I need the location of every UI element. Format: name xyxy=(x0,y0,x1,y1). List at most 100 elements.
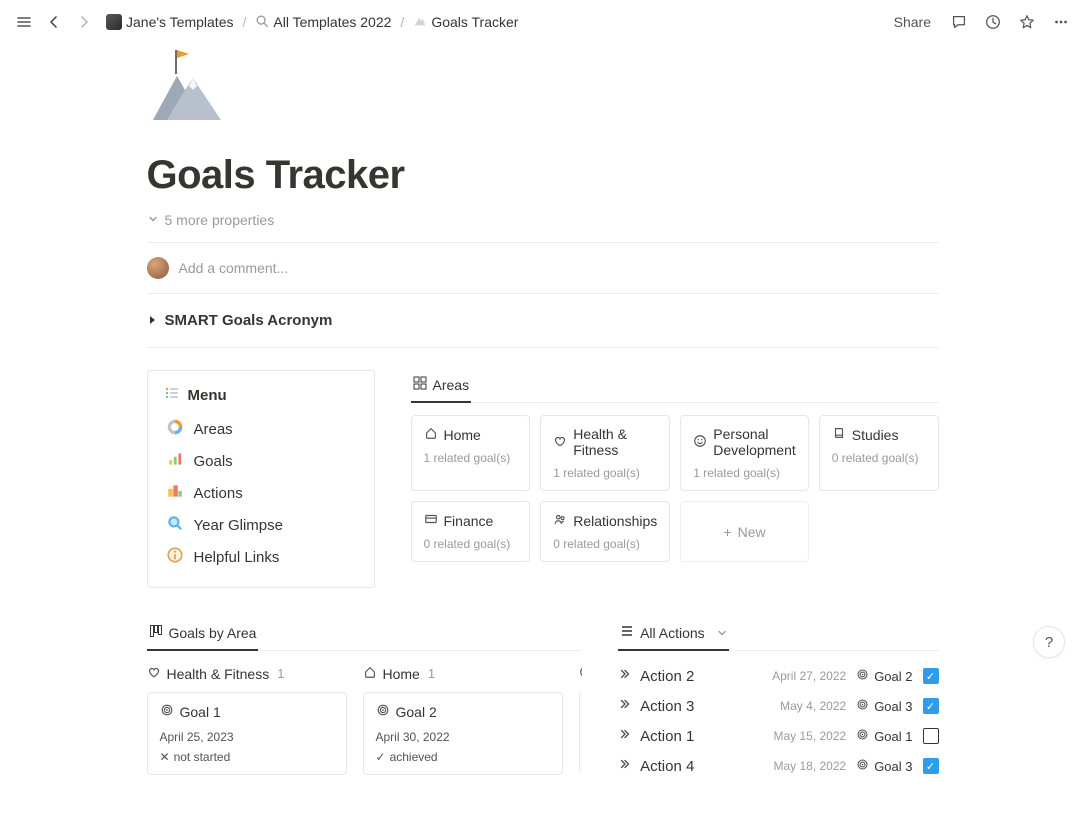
plus-icon: + xyxy=(723,524,731,540)
more-properties-label: 5 more properties xyxy=(165,212,275,228)
breadcrumb-label: Goals Tracker xyxy=(431,14,518,30)
action-row[interactable]: Action 2 April 27, 2022 Goal 2 ✓ xyxy=(618,661,938,691)
goals-block: Goals by Area Health & Fitness1 Goal 1 A… xyxy=(147,618,583,781)
goal-date: April 25, 2023 xyxy=(160,730,334,744)
goal-status: ✕ not started xyxy=(160,750,334,764)
action-goal[interactable]: Goal 1 xyxy=(856,728,912,744)
area-subtext: 0 related goal(s) xyxy=(553,537,657,551)
group-count: 1 xyxy=(428,666,435,681)
action-goal[interactable]: Goal 3 xyxy=(856,758,912,774)
smile-icon xyxy=(693,434,707,451)
back-button[interactable] xyxy=(42,10,66,34)
share-button[interactable]: Share xyxy=(888,12,937,32)
checkbox[interactable]: ✓ xyxy=(923,668,939,684)
breadcrumb-separator: / xyxy=(240,14,248,30)
forward-button[interactable] xyxy=(72,10,96,34)
breadcrumb-label: All Templates 2022 xyxy=(273,14,391,30)
action-row[interactable]: Action 1 May 15, 2022 Goal 1 xyxy=(618,721,938,751)
gallery-icon xyxy=(413,376,427,393)
action-goal[interactable]: Goal 2 xyxy=(856,668,912,684)
target-icon xyxy=(856,698,869,714)
mountain-icon xyxy=(413,14,427,31)
breadcrumb-item[interactable]: All Templates 2022 xyxy=(251,12,395,33)
tab-label: All Actions xyxy=(640,625,705,641)
page-icon[interactable] xyxy=(147,48,939,145)
smart-toggle[interactable]: SMART Goals Acronym xyxy=(147,294,939,348)
breadcrumb-item[interactable]: Goals Tracker xyxy=(409,12,522,33)
area-card[interactable]: Studies 0 related goal(s) xyxy=(819,415,939,491)
area-subtext: 0 related goal(s) xyxy=(832,451,926,465)
status-text: achieved xyxy=(390,750,438,764)
action-date: April 27, 2022 xyxy=(772,669,846,683)
card-icon xyxy=(424,512,438,529)
action-name-label: Action 3 xyxy=(640,698,694,715)
status-text: not started xyxy=(174,750,231,764)
area-card[interactable]: Finance0 related goal(s) xyxy=(411,501,531,562)
area-name: Personal Development xyxy=(713,426,795,458)
blocks-icon xyxy=(166,482,184,504)
avatar xyxy=(147,257,169,279)
area-subtext: 1 related goal(s) xyxy=(693,466,795,480)
goal-ref: Goal 1 xyxy=(874,729,912,744)
area-card[interactable]: Relationships0 related goal(s) xyxy=(540,501,670,562)
menu-item[interactable]: Goals xyxy=(164,445,358,477)
menu-item[interactable]: Helpful Links xyxy=(164,541,358,573)
new-area-button[interactable]: + New xyxy=(680,501,808,562)
status-icon: ✓ xyxy=(376,750,386,764)
tab-goals-by-area[interactable]: Goals by Area xyxy=(147,618,259,651)
goal-ref: Goal 3 xyxy=(874,759,912,774)
checkbox[interactable]: ✓ xyxy=(923,698,939,714)
more-icon[interactable] xyxy=(1049,10,1073,34)
goal-ref: Goal 3 xyxy=(874,699,912,714)
smile-icon xyxy=(579,665,583,682)
area-card[interactable]: Health & Fitness1 related goal(s) xyxy=(540,415,670,491)
area-name: Home xyxy=(444,427,481,443)
action-row[interactable]: Action 4 May 18, 2022 Goal 3 ✓ xyxy=(618,751,938,781)
action-goal[interactable]: Goal 3 xyxy=(856,698,912,714)
group-header[interactable]: Health & Fitness1 xyxy=(147,665,347,682)
area-card[interactable]: Home1 related goal(s) xyxy=(411,415,531,491)
goal-card[interactable]: Goal 1 April 25, 2023✕not started xyxy=(147,692,347,775)
hamburger-icon[interactable] xyxy=(12,10,36,34)
help-button[interactable]: ? xyxy=(1033,626,1065,658)
comment-row[interactable]: Add a comment... xyxy=(147,243,939,294)
status-icon: ✕ xyxy=(160,750,170,764)
action-date: May 4, 2022 xyxy=(780,699,846,713)
area-card[interactable]: Personal Development 1 related goal(s) xyxy=(680,415,808,491)
action-row[interactable]: Action 3 May 4, 2022 Goal 3 ✓ xyxy=(618,691,938,721)
tab-all-actions[interactable]: All Actions xyxy=(618,618,729,651)
triangle-right-icon xyxy=(147,312,157,329)
goal-card[interactable]: Goal 2 April 30, 2022✓achieved xyxy=(363,692,563,775)
barchart-icon xyxy=(166,450,184,472)
actions-tabs: All Actions xyxy=(618,618,938,651)
more-properties-toggle[interactable]: 5 more properties xyxy=(147,204,939,243)
info-icon xyxy=(166,546,184,568)
area-subtext: 0 related goal(s) xyxy=(424,537,518,551)
topbar-left: Jane's Templates / All Templates 2022 / … xyxy=(12,10,522,34)
goal-status: ✓ achieved xyxy=(376,750,550,764)
page-title[interactable]: Goals Tracker xyxy=(147,153,939,198)
checkbox[interactable]: ✓ xyxy=(923,758,939,774)
star-icon[interactable] xyxy=(1015,10,1039,34)
goal-card[interactable]: Goal 3 August 1, 2022 xyxy=(579,692,583,772)
area-name: Studies xyxy=(852,427,899,443)
area-grid: Home1 related goal(s)Health & Fitness1 r… xyxy=(411,415,939,562)
menu-item[interactable]: Areas xyxy=(164,413,358,445)
menu-item[interactable]: Actions xyxy=(164,477,358,509)
new-label: New xyxy=(738,524,766,540)
group-header[interactable]: Home1 xyxy=(363,665,563,682)
comments-icon[interactable] xyxy=(947,10,971,34)
home-icon xyxy=(363,665,377,682)
group-header[interactable]: Personal Dev xyxy=(579,665,583,682)
topbar-right: Share xyxy=(888,10,1073,34)
breadcrumb-item[interactable]: Jane's Templates xyxy=(102,12,237,32)
action-name-label: Action 2 xyxy=(640,668,694,685)
people-icon xyxy=(553,512,567,529)
checkbox[interactable] xyxy=(923,728,939,744)
tab-areas[interactable]: Areas xyxy=(411,370,472,403)
page-content: Goals Tracker 5 more properties Add a co… xyxy=(73,48,1013,821)
magnifier-icon xyxy=(166,514,184,536)
clock-icon[interactable] xyxy=(981,10,1005,34)
areas-block: Areas Home1 related goal(s)Health & Fitn… xyxy=(411,370,939,588)
menu-item[interactable]: Year Glimpse xyxy=(164,509,358,541)
